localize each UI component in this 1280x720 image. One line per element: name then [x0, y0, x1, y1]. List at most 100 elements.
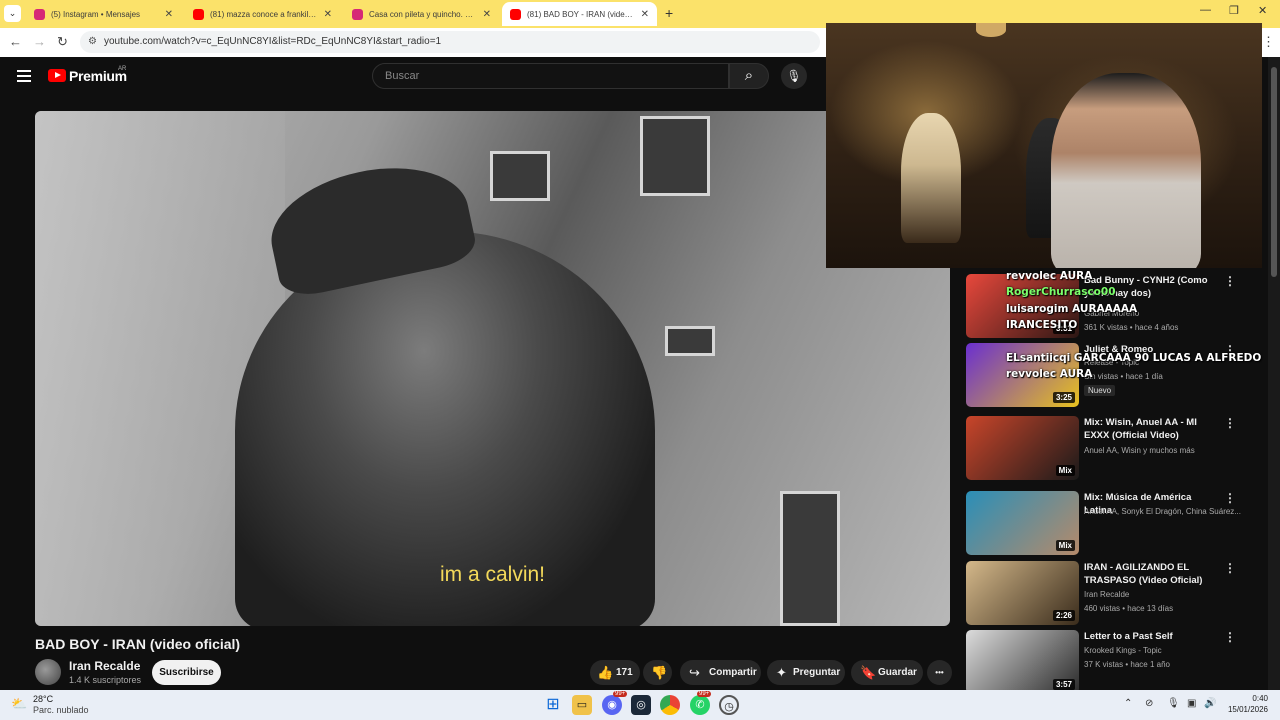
menu-icon[interactable]: [17, 70, 31, 82]
new-tab-button[interactable]: +: [665, 5, 673, 21]
like-button[interactable]: 👍 171: [590, 660, 640, 685]
tab-title: (5) Instagram • Mensajes: [51, 9, 141, 19]
item-meta: 37 K vistas • hace 1 año: [1084, 660, 1170, 669]
mix-badge: Mix: [1055, 540, 1075, 551]
more-vert-icon[interactable]: ⋮: [1224, 630, 1236, 644]
dislike-button[interactable]: 👎: [643, 660, 672, 685]
instagram-icon: [34, 8, 45, 20]
video-frame-art: [665, 326, 715, 356]
windows-taskbar: ⛅ 28°C Parc. nublado ⊞ ▭ ◉ 99+ ◎ ✆ 99+ ◷…: [0, 690, 1280, 720]
channel-avatar[interactable]: [35, 659, 61, 685]
list-item[interactable]: 2:26 IRAN - AGILIZANDO EL TRASPASO (Vide…: [966, 561, 1246, 631]
video-thumbnail[interactable]: 2:26: [966, 561, 1079, 625]
file-explorer-icon[interactable]: ▭: [572, 695, 592, 715]
item-channel: Anuel AA, Wisin y muchos más: [1084, 446, 1195, 455]
chrome-icon[interactable]: [660, 695, 680, 715]
site-info-icon[interactable]: ⚙: [88, 36, 97, 47]
close-tab-icon[interactable]: ✕: [641, 9, 649, 20]
list-item[interactable]: Mix Mix: Wisin, Anuel AA - MI EXXX (Offi…: [966, 416, 1246, 486]
item-title[interactable]: Letter to a Past Self: [1084, 630, 1220, 643]
ask-button[interactable]: ✦ Preguntar: [767, 660, 845, 685]
item-channel[interactable]: Iran Recalde: [1084, 590, 1129, 599]
back-icon[interactable]: ←: [9, 34, 22, 49]
restore-icon[interactable]: ❐: [1229, 4, 1239, 17]
more-vert-icon[interactable]: ⋮: [1224, 416, 1236, 430]
whatsapp-badge: 99+: [697, 691, 712, 697]
tray-app-icon[interactable]: ⊘: [1145, 698, 1153, 709]
video-thumbnail[interactable]: Mix: [966, 491, 1079, 555]
search-icon[interactable]: ⌕: [729, 63, 769, 89]
close-window-icon[interactable]: ✕: [1258, 4, 1267, 17]
network-icon[interactable]: ▣: [1187, 698, 1196, 709]
weather-temp[interactable]: 28°C: [33, 694, 53, 704]
tab-instagram[interactable]: (5) Instagram • Mensajes ✕: [26, 2, 181, 26]
url-field[interactable]: ⚙ youtube.com/watch?v=c_EqUnNC8YI&list=R…: [80, 31, 820, 53]
chat-message: IRANCESITO: [1006, 319, 1078, 331]
video-frame-art: [490, 151, 550, 201]
steam-icon[interactable]: ◎: [631, 695, 651, 715]
stream-frame-art: [1051, 73, 1201, 268]
chat-message: revvolec AURA: [1006, 270, 1093, 282]
item-title[interactable]: IRAN - AGILIZANDO EL TRASPASO (Video Ofi…: [1084, 561, 1220, 587]
browser-menu-icon[interactable]: ⋮: [1262, 34, 1275, 50]
url-text: youtube.com/watch?v=c_EqUnNC8YI&list=RDc…: [104, 36, 442, 47]
microphone-tray-icon[interactable]: 🎙: [1167, 698, 1180, 709]
share-button[interactable]: ↪ Compartir: [680, 660, 761, 685]
item-channel[interactable]: Krooked Kings - Topic: [1084, 646, 1162, 655]
weather-icon[interactable]: ⛅: [11, 696, 27, 712]
chat-message: revvolec AURA: [1006, 368, 1093, 380]
search-input[interactable]: Buscar: [372, 63, 729, 89]
app-icon[interactable]: ◷: [719, 695, 739, 715]
microphone-icon[interactable]: 🎙: [781, 63, 807, 89]
youtube-icon: [510, 8, 521, 20]
more-vert-icon[interactable]: ⋮: [1224, 491, 1236, 505]
recommendations-sidebar: 3:31 Bad Bunny - CYNH2 (Como yo no hay d…: [966, 268, 1266, 694]
discord-icon[interactable]: ◉: [602, 695, 622, 715]
video-thumbnail[interactable]: 3:57: [966, 630, 1079, 694]
save-button[interactable]: 🔖 Guardar: [851, 660, 923, 685]
whatsapp-icon[interactable]: ✆: [690, 695, 710, 715]
duration-badge: 2:26: [1052, 610, 1075, 621]
list-item[interactable]: Mix Mix: Música de América Latina Anuel …: [966, 491, 1246, 561]
share-label: Compartir: [709, 667, 757, 678]
duration-badge: 3:25: [1052, 392, 1075, 403]
video-title: BAD BOY - IRAN (video oficial): [35, 636, 241, 652]
more-actions-button[interactable]: •••: [927, 660, 952, 685]
close-tab-icon[interactable]: ✕: [324, 9, 332, 20]
video-player[interactable]: im a calvin!: [35, 111, 950, 626]
sparkle-icon: ✦: [776, 665, 787, 680]
tab-title: (81) mazza conoce a frankillo -: [210, 9, 318, 19]
save-label: Guardar: [878, 667, 917, 678]
youtube-logo-icon[interactable]: [48, 69, 66, 82]
tab-title: (81) BAD BOY - IRAN (video ofic: [527, 9, 635, 19]
tab-casa[interactable]: Casa con pileta y quincho. Solo ✕: [344, 2, 499, 26]
subscribe-button[interactable]: Suscribirse: [152, 660, 221, 685]
chat-message: luisarogim AURAAAAA: [1006, 303, 1138, 315]
duration-badge: 3:57: [1052, 679, 1075, 690]
volume-icon[interactable]: 🔊: [1204, 698, 1216, 709]
reload-icon[interactable]: ↻: [57, 34, 68, 50]
more-vert-icon[interactable]: ⋮: [1224, 274, 1236, 288]
scrollbar-thumb[interactable]: [1271, 67, 1277, 277]
channel-name[interactable]: Iran Recalde: [69, 659, 140, 673]
video-frame-art: [780, 491, 840, 626]
share-icon: ↪: [689, 665, 700, 680]
tab-search-button[interactable]: ⌄: [4, 5, 21, 22]
tab-bad-boy-active[interactable]: (81) BAD BOY - IRAN (video ofic ✕: [502, 2, 657, 26]
tray-chevron-icon[interactable]: ⌃: [1124, 698, 1132, 709]
clock-date[interactable]: 15/01/2026: [1224, 705, 1268, 714]
weather-condition[interactable]: Parc. nublado: [33, 705, 89, 715]
region-code: AR: [118, 66, 127, 72]
item-title[interactable]: Mix: Wisin, Anuel AA - MI EXXX (Official…: [1084, 416, 1220, 442]
minimize-icon[interactable]: —: [1200, 4, 1211, 16]
video-thumbnail[interactable]: Mix: [966, 416, 1079, 480]
forward-icon[interactable]: →: [33, 34, 46, 49]
clock-time[interactable]: 0:40: [1228, 694, 1268, 703]
close-tab-icon[interactable]: ✕: [483, 9, 491, 20]
new-badge: Nuevo: [1084, 385, 1116, 396]
close-tab-icon[interactable]: ✕: [165, 9, 173, 20]
tab-youtube-mazza[interactable]: (81) mazza conoce a frankillo - ✕: [185, 2, 340, 26]
windows-start-icon[interactable]: ⊞: [543, 695, 563, 715]
instagram-icon: [352, 8, 363, 20]
more-vert-icon[interactable]: ⋮: [1224, 561, 1236, 575]
